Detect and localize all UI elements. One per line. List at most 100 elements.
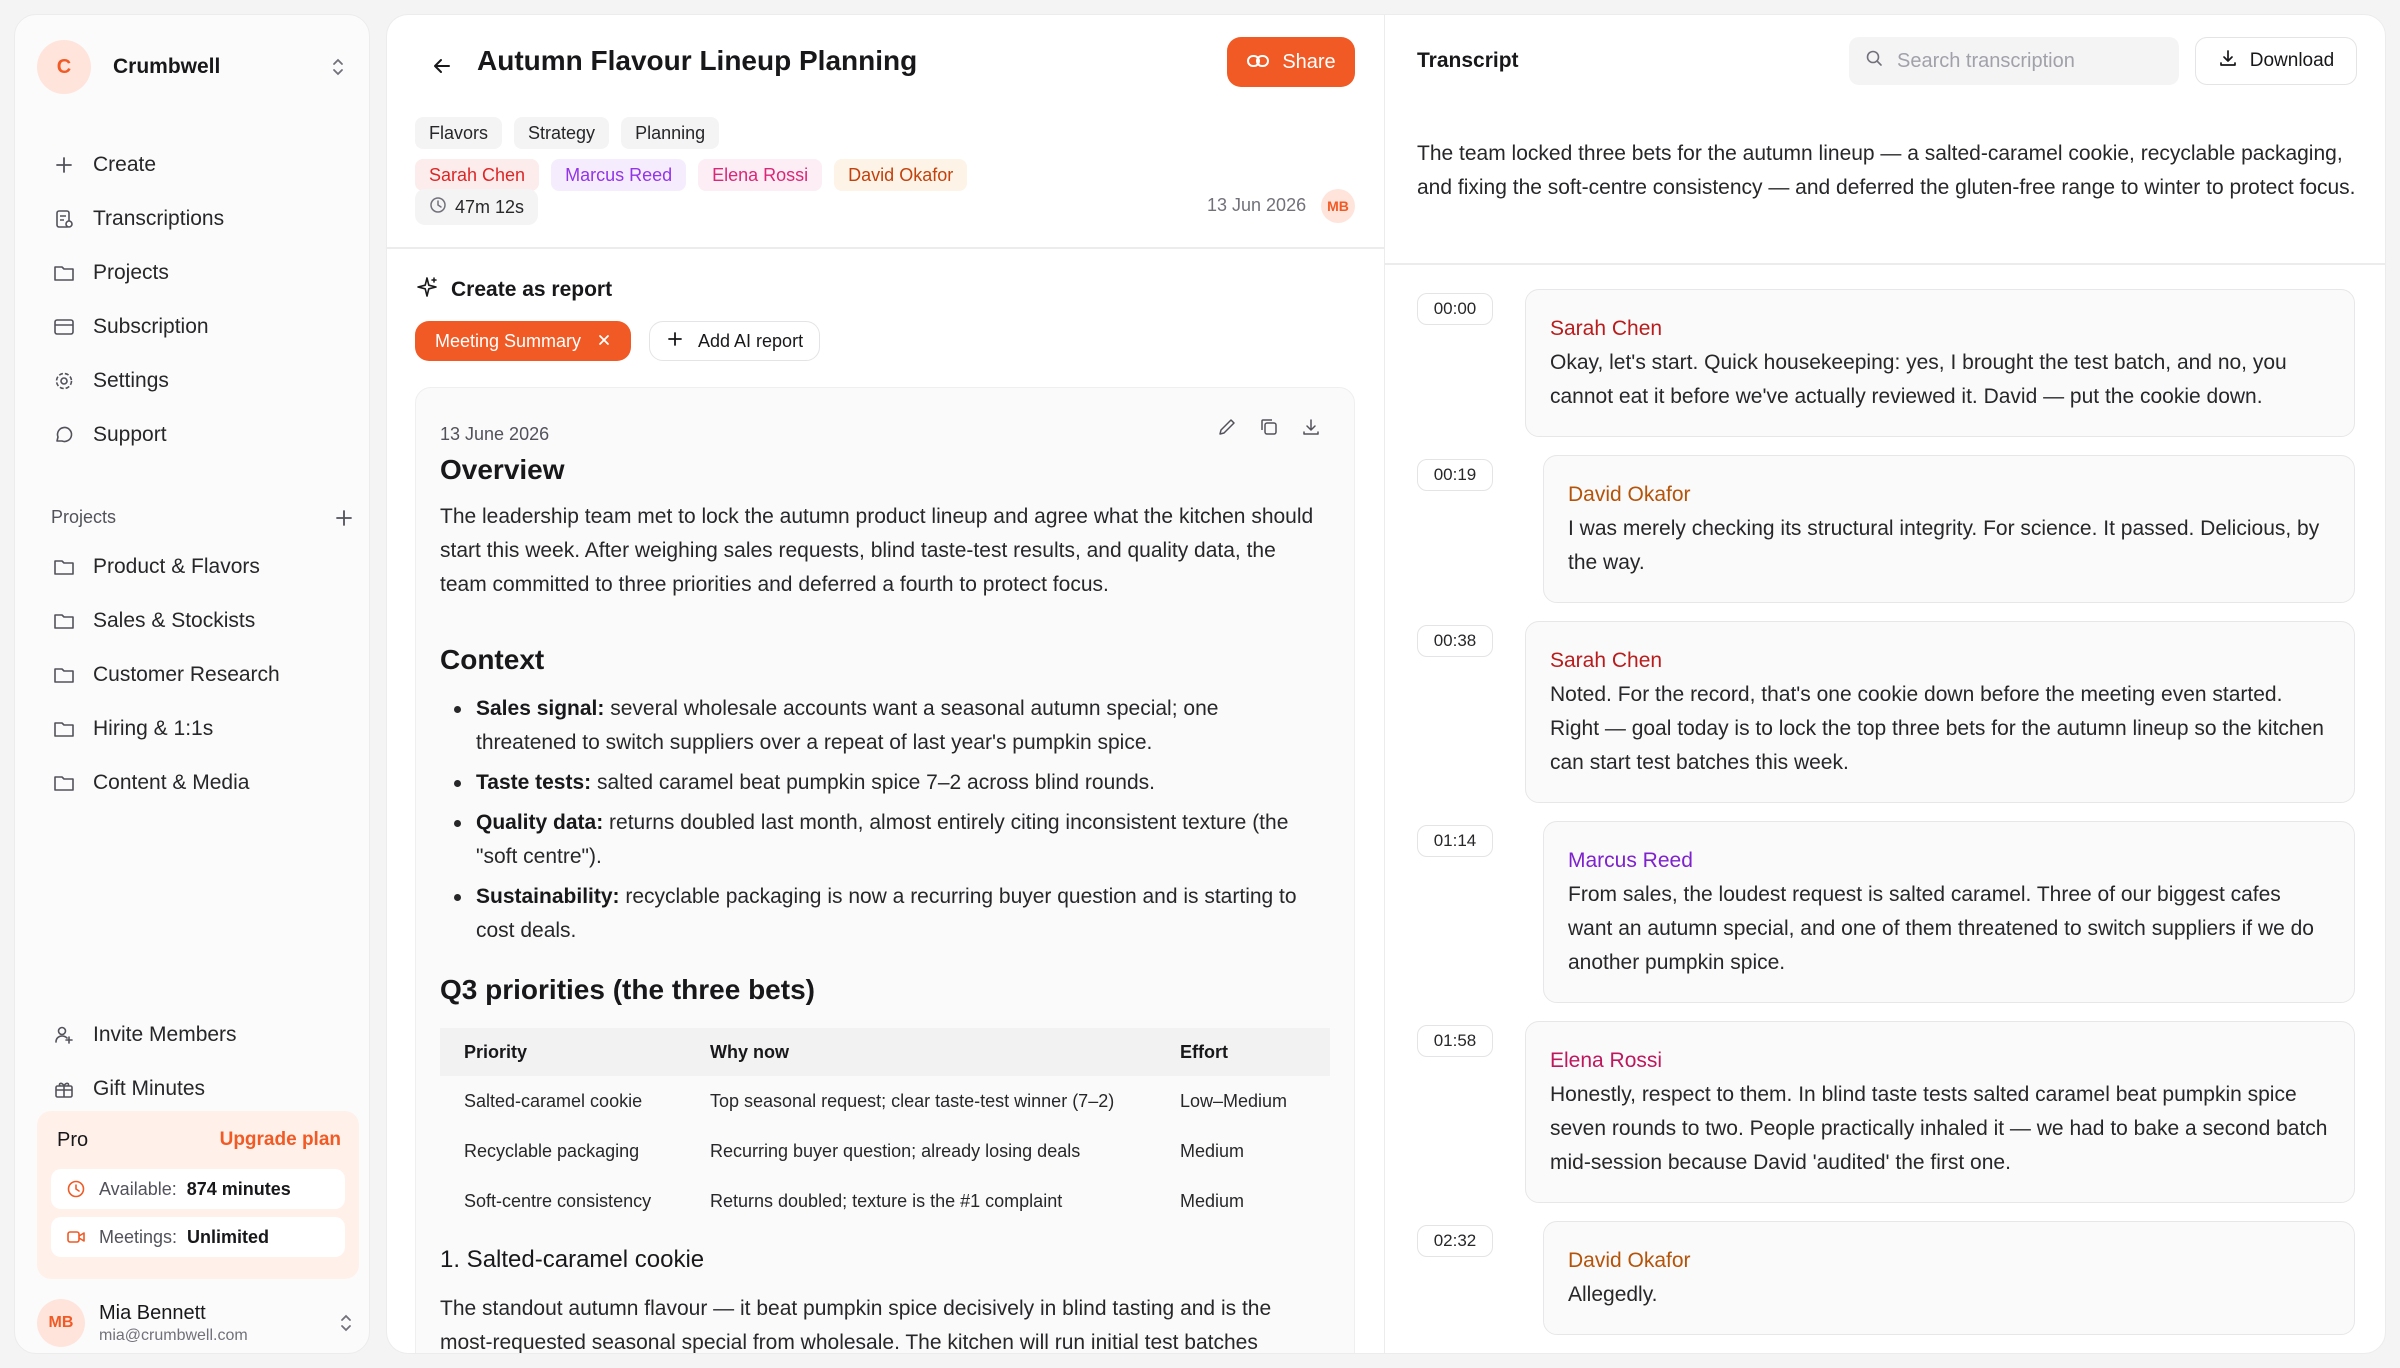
plan-meetings-row: Meetings: Unlimited bbox=[51, 1217, 345, 1257]
chat-icon bbox=[49, 420, 79, 450]
link-icon bbox=[1246, 51, 1270, 74]
meeting-title: Autumn Flavour Lineup Planning bbox=[477, 45, 918, 76]
transcript-title: Transcript bbox=[1417, 49, 1519, 72]
speaker-list: Sarah Chen Marcus Reed Elena Rossi David… bbox=[415, 159, 968, 191]
add-ai-report-label: Add AI report bbox=[698, 330, 804, 351]
entry-text: Noted. For the record, that's one cookie… bbox=[1550, 683, 2324, 774]
create-report-heading: Create as report bbox=[415, 275, 612, 305]
transcript-entry: David Okafor I was merely checking its s… bbox=[1543, 455, 2355, 603]
table-header-row: Priority Why now Effort bbox=[440, 1028, 1330, 1076]
gift-icon bbox=[49, 1074, 79, 1104]
list-item: Sustainability: recyclable packaging is … bbox=[440, 880, 1320, 948]
tag-chip[interactable]: Flavors bbox=[415, 117, 503, 149]
report-document: 13 June 2026 Overview The leadership tea… bbox=[415, 387, 1355, 1353]
table-row: Recyclable packaging Recurring buyer que… bbox=[440, 1126, 1330, 1176]
projects-section-label: Projects bbox=[51, 507, 117, 527]
folder-icon bbox=[49, 606, 79, 636]
timestamp[interactable]: 00:38 bbox=[1417, 625, 1493, 657]
speaker-chip[interactable]: Marcus Reed bbox=[551, 159, 687, 191]
plus-icon bbox=[49, 150, 79, 180]
card-icon bbox=[49, 312, 79, 342]
table-cell: Medium bbox=[1180, 1190, 1245, 1211]
copy-icon[interactable] bbox=[1258, 416, 1280, 438]
table-cell: Low–Medium bbox=[1180, 1090, 1288, 1111]
share-button[interactable]: Share bbox=[1227, 37, 1355, 87]
transcript-entry: Sarah Chen Okay, let's start. Quick hous… bbox=[1525, 289, 2355, 437]
pencil-icon[interactable] bbox=[1216, 416, 1238, 438]
invite-label: Invite Members bbox=[93, 1023, 237, 1046]
table-cell: Top seasonal request; clear taste-test w… bbox=[710, 1090, 1115, 1111]
folder-icon bbox=[49, 258, 79, 288]
avatar: MB bbox=[1321, 189, 1355, 223]
workspace-avatar: C bbox=[37, 40, 91, 94]
meeting-panel: Autumn Flavour Lineup Planning Share Fla… bbox=[386, 14, 1384, 1354]
nav-label: Projects bbox=[93, 261, 169, 284]
entry-text: Honestly, respect to them. In blind tast… bbox=[1550, 1083, 2328, 1174]
download-icon[interactable] bbox=[1300, 416, 1322, 438]
report-date: 13 June 2026 bbox=[440, 424, 550, 444]
speaker-chip[interactable]: David Okafor bbox=[834, 159, 968, 191]
timestamp[interactable]: 01:14 bbox=[1417, 825, 1493, 857]
timestamp[interactable]: 01:58 bbox=[1417, 1025, 1493, 1057]
close-icon[interactable] bbox=[597, 331, 611, 352]
available-label: Available: bbox=[99, 1178, 177, 1199]
download-button[interactable]: Download bbox=[2195, 37, 2357, 85]
report-tab-label: Meeting Summary bbox=[435, 330, 582, 351]
report-toolbar bbox=[1216, 416, 1322, 438]
nav-transcriptions[interactable]: Transcriptions bbox=[37, 197, 357, 241]
meeting-date: 13 Jun 2026 bbox=[1207, 195, 1307, 215]
project-item[interactable]: Sales & Stockists bbox=[37, 599, 357, 643]
speaker-chip[interactable]: Elena Rossi bbox=[698, 159, 823, 191]
plan-card: Pro Upgrade plan Available: 874 minutes … bbox=[37, 1111, 359, 1279]
user-email: mia@crumbwell.com bbox=[99, 1326, 248, 1344]
timestamp[interactable]: 00:19 bbox=[1417, 459, 1493, 491]
speaker-name: Sarah Chen bbox=[1550, 649, 1663, 672]
back-arrow-icon[interactable] bbox=[425, 49, 459, 83]
nav-label: Create bbox=[93, 153, 157, 176]
add-project-icon[interactable] bbox=[333, 507, 357, 531]
table-cell: Salted-caramel cookie bbox=[464, 1090, 643, 1111]
share-label: Share bbox=[1282, 50, 1336, 73]
entry-text: I was merely checking its structural int… bbox=[1568, 517, 2320, 574]
nav-projects[interactable]: Projects bbox=[37, 251, 357, 295]
upgrade-plan-link[interactable]: Upgrade plan bbox=[220, 1129, 341, 1151]
gift-minutes-link[interactable]: Gift Minutes bbox=[37, 1067, 357, 1111]
timestamp[interactable]: 02:32 bbox=[1417, 1225, 1493, 1257]
gear-icon bbox=[49, 366, 79, 396]
project-item[interactable]: Hiring & 1:1s bbox=[37, 707, 357, 751]
project-item[interactable]: Product & Flavors bbox=[37, 545, 357, 589]
plan-name: Pro bbox=[57, 1129, 89, 1151]
divider bbox=[387, 247, 1384, 249]
available-value: 874 minutes bbox=[186, 1178, 291, 1199]
timestamp[interactable]: 00:00 bbox=[1417, 293, 1493, 325]
project-item[interactable]: Content & Media bbox=[37, 761, 357, 805]
report-tab-meeting-summary[interactable]: Meeting Summary bbox=[415, 321, 632, 361]
user-menu[interactable]: MB Mia Bennett mia@crumbwell.com bbox=[37, 1293, 357, 1353]
table-row: Soft-centre consistency Returns doubled;… bbox=[440, 1176, 1330, 1226]
nav-subscription[interactable]: Subscription bbox=[37, 305, 357, 349]
speaker-name: Marcus Reed bbox=[1568, 849, 1693, 872]
workspace-switcher[interactable]: C Crumbwell bbox=[37, 37, 349, 97]
download-icon bbox=[2218, 48, 2238, 74]
tag-chip[interactable]: Strategy bbox=[514, 117, 610, 149]
transcript-entry: Sarah Chen Noted. For the record, that's… bbox=[1525, 621, 2355, 803]
entry-text: Okay, let's start. Quick housekeeping: y… bbox=[1550, 351, 2287, 408]
search-placeholder: Search transcription bbox=[1897, 49, 2075, 72]
nav-support[interactable]: Support bbox=[37, 413, 357, 457]
table-cell: Returns doubled; texture is the #1 compl… bbox=[710, 1190, 1063, 1211]
invite-members-link[interactable]: Invite Members bbox=[37, 1013, 357, 1057]
nav-label: Support bbox=[93, 423, 167, 446]
table-cell: Medium bbox=[1180, 1140, 1245, 1161]
nav-settings[interactable]: Settings bbox=[37, 359, 357, 403]
project-label: Product & Flavors bbox=[93, 555, 260, 578]
transcript-entry: David Okafor Allegedly. bbox=[1543, 1221, 2355, 1335]
tag-chip[interactable]: Planning bbox=[621, 117, 720, 149]
speaker-chip[interactable]: Sarah Chen bbox=[415, 159, 540, 191]
folder-icon bbox=[49, 768, 79, 798]
nav-create[interactable]: Create bbox=[37, 143, 357, 187]
user-name: Mia Bennett bbox=[99, 1301, 206, 1324]
table-header: Why now bbox=[686, 1028, 1156, 1076]
search-input[interactable]: Search transcription bbox=[1849, 37, 2179, 85]
project-item[interactable]: Customer Research bbox=[37, 653, 357, 697]
add-ai-report-button[interactable]: Add AI report bbox=[649, 321, 821, 361]
